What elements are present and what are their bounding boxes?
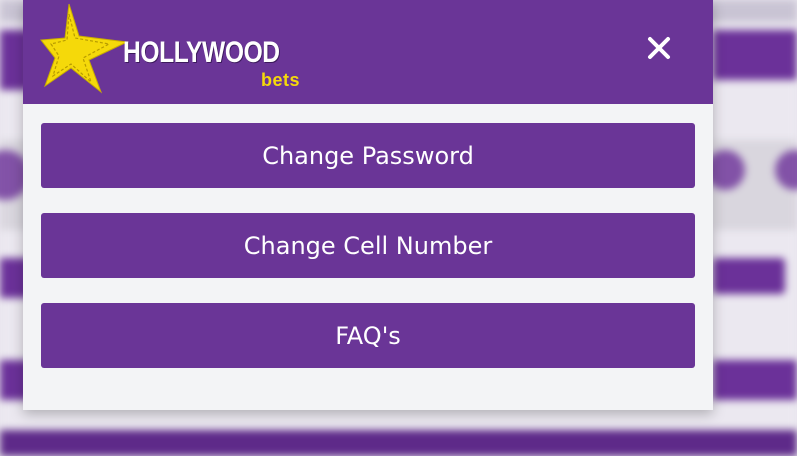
change-cell-number-label: Change Cell Number [243,231,493,260]
faqs-label: FAQ's [335,321,401,350]
change-password-label: Change Password [262,141,474,170]
star-logo-icon [40,3,129,94]
change-password-button[interactable]: Change Password [41,123,695,188]
menu-list: Change Password Change Cell Number FAQ's [23,104,713,368]
brand-name: HOLLYWOOD [123,36,280,69]
faqs-button[interactable]: FAQ's [41,303,695,368]
modal-header: HOLLYWOOD bets [23,0,713,104]
account-menu-modal: HOLLYWOOD bets Change Password Change Ce… [23,0,713,410]
brand-sub: bets [261,70,301,90]
close-icon [648,37,670,59]
change-cell-number-button[interactable]: Change Cell Number [41,213,695,278]
brand-logo[interactable]: HOLLYWOOD bets [39,2,309,96]
close-button[interactable] [641,30,677,66]
